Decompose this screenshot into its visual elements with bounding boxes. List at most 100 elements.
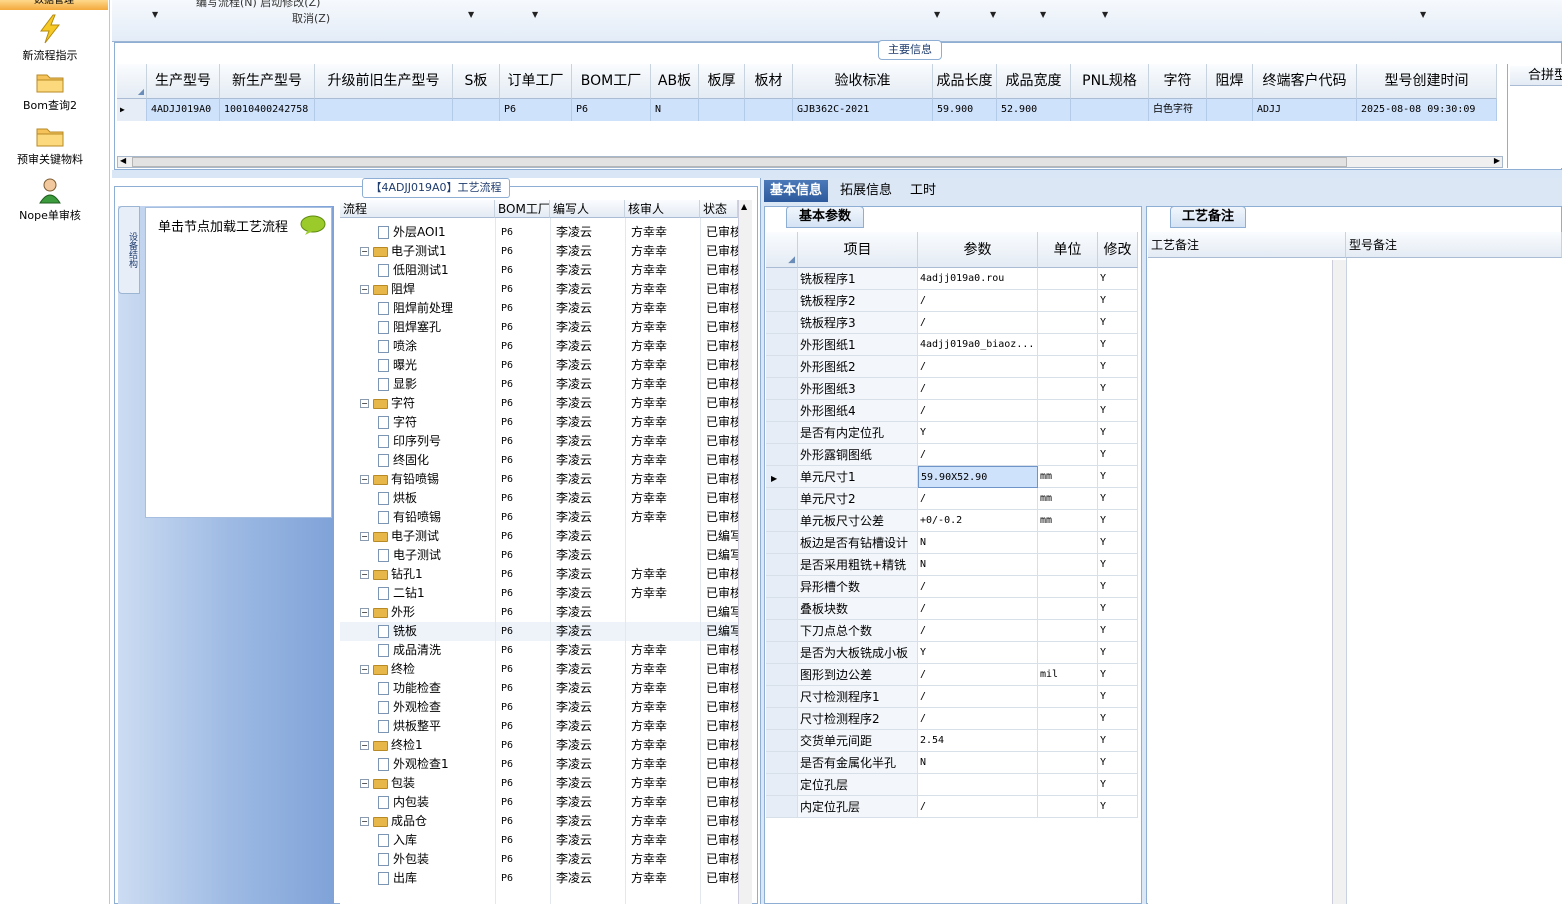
- params-value-cell[interactable]: 4adjj019a0_biaoz...: [918, 334, 1038, 356]
- params-modify-cell[interactable]: Y: [1098, 488, 1138, 510]
- params-modify-cell[interactable]: Y: [1098, 268, 1138, 290]
- params-row-selector[interactable]: [766, 510, 798, 532]
- params-value-cell[interactable]: 2.54: [918, 730, 1038, 752]
- tab-work-hours[interactable]: 工时: [904, 180, 942, 202]
- tree-row[interactable]: − 字符 P6 李凌云 方幸幸 已审核: [340, 394, 738, 413]
- params-row[interactable]: 内定位孔层 / Y: [766, 796, 1138, 818]
- params-row[interactable]: 是否有金属化半孔 N Y: [766, 752, 1138, 774]
- tree-row[interactable]: − 成品仓 P6 李凌云 方幸幸 已审核: [340, 812, 738, 831]
- params-col-header[interactable]: 项目: [798, 232, 918, 268]
- collapse-icon[interactable]: −: [360, 475, 369, 484]
- tree-row[interactable]: − 终检1 P6 李凌云 方幸幸 已审核: [340, 736, 738, 755]
- tree-row[interactable]: 终固化 P6 李凌云 方幸幸 已审核: [340, 451, 738, 470]
- main-cell[interactable]: 白色字符: [1149, 99, 1207, 121]
- params-modify-cell[interactable]: Y: [1098, 400, 1138, 422]
- params-modify-cell[interactable]: Y: [1098, 708, 1138, 730]
- dropdown-arrow-icon[interactable]: ▼: [1040, 10, 1046, 19]
- params-unit-cell[interactable]: [1038, 752, 1098, 774]
- dropdown-arrow-icon[interactable]: ▼: [1420, 10, 1426, 19]
- nav-item-new-process[interactable]: 新流程指示: [0, 14, 100, 63]
- params-value-cell[interactable]: 59.90X52.90: [918, 466, 1038, 488]
- tree-node[interactable]: 曝光: [340, 356, 495, 375]
- main-cell[interactable]: P6: [500, 99, 572, 121]
- tree-col-header[interactable]: BOM工厂: [495, 200, 550, 218]
- tree-row[interactable]: 字符 P6 李凌云 方幸幸 已审核: [340, 413, 738, 432]
- params-row[interactable]: ▶ 单元尺寸1 59.90X52.90 mm Y: [766, 466, 1138, 488]
- horizontal-scrollbar[interactable]: ◀ ▶: [117, 156, 1503, 168]
- params-row-selector[interactable]: [766, 312, 798, 334]
- params-unit-cell[interactable]: [1038, 708, 1098, 730]
- main-col-header[interactable]: 生产型号: [147, 64, 220, 99]
- collapse-icon[interactable]: −: [360, 247, 369, 256]
- params-modify-cell[interactable]: Y: [1098, 422, 1138, 444]
- params-row-selector[interactable]: [766, 752, 798, 774]
- tree-row[interactable]: 曝光 P6 李凌云 方幸幸 已审核: [340, 356, 738, 375]
- main-cell[interactable]: 59.900: [933, 99, 997, 121]
- main-col-header[interactable]: 板厚: [699, 64, 745, 99]
- main-cell[interactable]: GJB362C-2021: [793, 99, 933, 121]
- params-row-selector[interactable]: [766, 576, 798, 598]
- tree-node[interactable]: − 字符: [340, 394, 495, 413]
- row-selector[interactable]: ▶: [117, 99, 147, 121]
- params-row[interactable]: 异形槽个数 / Y: [766, 576, 1138, 598]
- main-col-header[interactable]: 成品长度: [933, 64, 997, 99]
- params-col-header[interactable]: 修改: [1098, 232, 1138, 268]
- params-modify-cell[interactable]: Y: [1098, 466, 1138, 488]
- params-value-cell[interactable]: /: [918, 290, 1038, 312]
- tree-node[interactable]: 阻焊塞孔: [340, 318, 495, 337]
- tree-node[interactable]: 内包装: [340, 793, 495, 812]
- params-value-cell[interactable]: N: [918, 752, 1038, 774]
- params-value-cell[interactable]: N: [918, 532, 1038, 554]
- tree-node[interactable]: − 成品仓: [340, 812, 495, 831]
- params-unit-cell[interactable]: [1038, 312, 1098, 334]
- params-unit-cell[interactable]: [1038, 422, 1098, 444]
- params-unit-cell[interactable]: [1038, 598, 1098, 620]
- params-value-cell[interactable]: /: [918, 686, 1038, 708]
- tree-row[interactable]: 喷涂 P6 李凌云 方幸幸 已审核: [340, 337, 738, 356]
- main-col-header[interactable]: 阻焊: [1207, 64, 1253, 99]
- params-modify-cell[interactable]: Y: [1098, 598, 1138, 620]
- tree-node[interactable]: − 包装: [340, 774, 495, 793]
- main-col-header[interactable]: 终端客户代码: [1253, 64, 1357, 99]
- tree-node[interactable]: 功能检查: [340, 679, 495, 698]
- tree-node[interactable]: − 终检: [340, 660, 495, 679]
- main-col-header[interactable]: 新生产型号: [220, 64, 315, 99]
- params-modify-cell[interactable]: Y: [1098, 730, 1138, 752]
- dropdown-arrow-icon[interactable]: ▼: [532, 10, 538, 19]
- nav-item-bom-query[interactable]: Bom查询2: [0, 70, 100, 113]
- params-unit-cell[interactable]: mm: [1038, 510, 1098, 532]
- tree-row[interactable]: − 电子测试 P6 李凌云 已编写: [340, 527, 738, 546]
- params-row-selector[interactable]: [766, 774, 798, 796]
- vertical-scrollbar[interactable]: ▲: [738, 200, 752, 904]
- params-modify-cell[interactable]: Y: [1098, 796, 1138, 818]
- params-value-cell[interactable]: /: [918, 620, 1038, 642]
- params-row-selector[interactable]: [766, 796, 798, 818]
- notes-scrollbar[interactable]: [1332, 260, 1346, 904]
- tree-row[interactable]: 成品清洗 P6 李凌云 方幸幸 已审核: [340, 641, 738, 660]
- main-cell[interactable]: 2025-08-08 09:30:09: [1357, 99, 1497, 121]
- tree-node[interactable]: 出库: [340, 869, 495, 888]
- params-unit-cell[interactable]: mm: [1038, 488, 1098, 510]
- tree-node[interactable]: 电子测试: [340, 546, 495, 565]
- main-cell[interactable]: [1071, 99, 1149, 121]
- main-col-header[interactable]: 订单工厂: [500, 64, 572, 99]
- dropdown-arrow-icon[interactable]: ▼: [990, 10, 996, 19]
- tree-node[interactable]: 终固化: [340, 451, 495, 470]
- collapse-icon[interactable]: −: [360, 532, 369, 541]
- params-value-cell[interactable]: N: [918, 554, 1038, 576]
- params-row[interactable]: 叠板块数 / Y: [766, 598, 1138, 620]
- tree-node[interactable]: 显影: [340, 375, 495, 394]
- tree-row[interactable]: − 终检 P6 李凌云 方幸幸 已审核: [340, 660, 738, 679]
- tree-node[interactable]: 铣板: [340, 622, 495, 641]
- params-row[interactable]: 外形图纸4/ Y: [766, 400, 1138, 422]
- tree-node[interactable]: − 电子测试1: [340, 242, 495, 261]
- params-col-header[interactable]: 单位: [1038, 232, 1098, 268]
- params-row[interactable]: 铣板程序2/ Y: [766, 290, 1138, 312]
- params-modify-cell[interactable]: Y: [1098, 554, 1138, 576]
- tree-node[interactable]: 外观检查1: [340, 755, 495, 774]
- params-row[interactable]: 单元尺寸2/mm Y: [766, 488, 1138, 510]
- main-col-header[interactable]: BOM工厂: [572, 64, 651, 99]
- params-value-cell[interactable]: /: [918, 576, 1038, 598]
- params-modify-cell[interactable]: Y: [1098, 532, 1138, 554]
- toolbar-line2[interactable]: 取消(Z): [292, 10, 330, 26]
